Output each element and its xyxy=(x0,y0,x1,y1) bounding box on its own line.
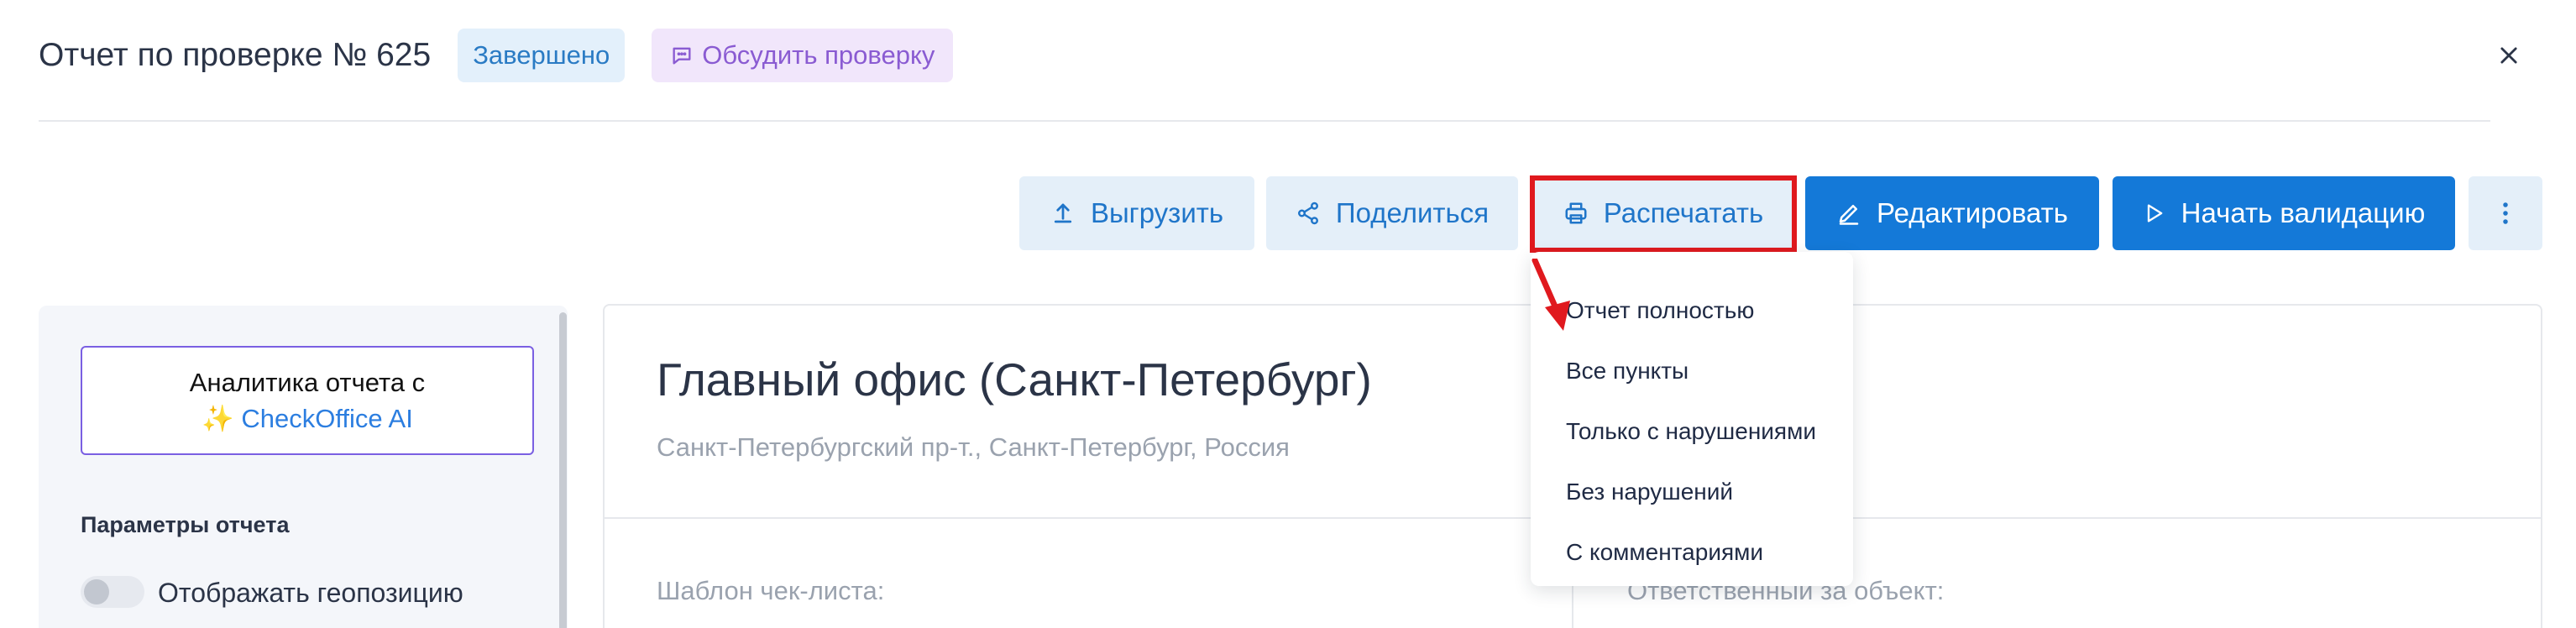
play-icon xyxy=(2147,204,2163,222)
template-label: Шаблон чек-листа: xyxy=(657,576,885,605)
object-address: Санкт-Петербургский пр-т., Санкт-Петербу… xyxy=(657,432,1290,462)
header-divider xyxy=(39,120,2490,122)
upload-icon xyxy=(1054,203,1072,223)
print-option-with-comments[interactable]: С комментариями xyxy=(1531,522,1853,583)
object-title: Главный офис (Санкт-Петербург) xyxy=(657,353,1372,406)
ai-analytics-button[interactable]: Аналитика отчета с ✨ CheckOffice AI xyxy=(81,346,534,455)
print-option-no-violations[interactable]: Без нарушений xyxy=(1531,462,1853,522)
ai-analytics-line1: Аналитика отчета с xyxy=(189,367,426,397)
print-option-all-items[interactable]: Все пункты xyxy=(1531,341,1853,401)
status-badge: Завершено xyxy=(458,29,626,82)
close-button[interactable] xyxy=(2492,39,2526,72)
start-validation-button-label: Начать валидацию xyxy=(2181,197,2426,228)
report-header: Отчет по проверке № 625 Завершено Обсуди… xyxy=(39,25,2526,86)
start-validation-button[interactable]: Начать валидацию xyxy=(2113,176,2455,250)
params-title: Параметры отчета xyxy=(81,512,290,537)
discuss-button[interactable]: Обсудить проверку xyxy=(652,29,954,82)
export-button[interactable]: Выгрузить xyxy=(1019,176,1254,250)
print-button-label: Распечатать xyxy=(1603,197,1764,228)
more-options-button[interactable] xyxy=(2469,176,2542,250)
edit-button-label: Редактировать xyxy=(1877,197,2068,228)
sparkle-icon: ✨ xyxy=(202,403,234,433)
page-title: Отчет по проверке № 625 xyxy=(39,37,432,73)
print-option-violations-only[interactable]: Только с нарушениями xyxy=(1531,401,1853,462)
more-vertical-icon xyxy=(2503,202,2508,224)
export-button-label: Выгрузить xyxy=(1090,197,1224,228)
share-button[interactable]: Поделиться xyxy=(1266,176,1518,250)
annotation-arrow-icon xyxy=(1531,259,1570,331)
pencil-icon xyxy=(1839,205,1859,225)
sidebar-scrollbar[interactable] xyxy=(559,312,567,628)
chat-icon xyxy=(673,47,691,65)
geo-toggle[interactable] xyxy=(81,576,144,608)
close-icon xyxy=(2500,47,2517,64)
edit-button[interactable]: Редактировать xyxy=(1805,176,2099,250)
printer-icon xyxy=(1565,202,1587,224)
share-icon xyxy=(1297,201,1318,225)
share-button-label: Поделиться xyxy=(1335,197,1490,228)
print-button[interactable]: Распечатать xyxy=(1533,176,1793,250)
ai-brand-name: CheckOffice AI xyxy=(241,403,413,433)
geo-toggle-label: Отображать геопозицию xyxy=(158,578,463,608)
geo-toggle-knob xyxy=(84,579,109,604)
discuss-button-label: Обсудить проверку xyxy=(702,40,935,70)
